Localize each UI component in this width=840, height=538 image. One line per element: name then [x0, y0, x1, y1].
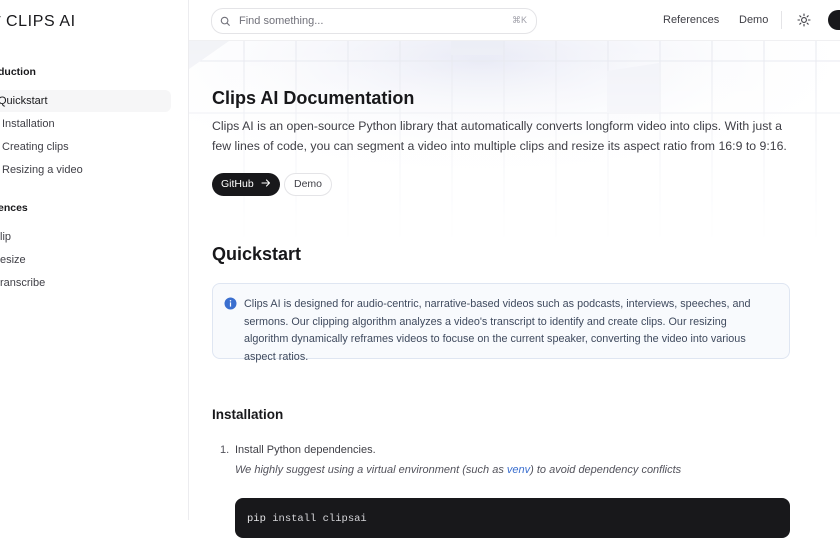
top-header: ⌘K References Demo — [189, 0, 840, 41]
sidebar-item-label: Installation — [2, 118, 55, 130]
info-icon — [224, 297, 237, 310]
account-button[interactable] — [828, 10, 840, 30]
section-title-installation: Installation — [212, 407, 284, 422]
code-line: pip install clipsai — [247, 513, 367, 525]
sidebar-item-label: esize — [0, 254, 26, 266]
arrow-right-icon — [261, 179, 270, 187]
sidebar-item-clip[interactable]: lip — [0, 226, 11, 248]
search-input[interactable] — [237, 14, 501, 28]
sidebar-item-transcribe[interactable]: ranscribe — [0, 272, 45, 294]
nav-link-demo[interactable]: Demo — [739, 14, 768, 26]
hint-text-before: We highly suggest using a virtual enviro… — [235, 464, 507, 476]
sidebar-item-label: Quickstart — [0, 95, 48, 107]
search-icon — [220, 16, 231, 26]
step-text: Install Python dependencies. — [235, 444, 376, 456]
sidebar-item-resize[interactable]: esize — [0, 249, 26, 271]
search-box[interactable]: ⌘K — [211, 8, 537, 34]
venv-hint: We highly suggest using a virtual enviro… — [235, 464, 681, 476]
sidebar-item-label: Creating clips — [2, 141, 69, 153]
intro-paragraph: Clips AI is an open-source Python librar… — [212, 119, 787, 153]
sidebar-group-introduction: duction — [0, 66, 36, 78]
code-args: install clipsai — [272, 513, 367, 525]
logo-text: CLIPS AI — [6, 13, 76, 30]
info-callout: Clips AI is designed for audio-centric, … — [212, 283, 790, 363]
page-title: Clips AI Documentation — [212, 88, 415, 108]
github-button[interactable]: GitHub — [212, 173, 280, 196]
code-command: pip — [247, 513, 266, 525]
sidebar: CLIPS AI duction Quickstart Installation… — [0, 0, 189, 520]
github-button-label: GitHub — [221, 178, 254, 190]
venv-link[interactable]: venv — [507, 464, 530, 476]
logo[interactable]: CLIPS AI — [0, 13, 76, 31]
nav-link-references[interactable]: References — [663, 14, 719, 26]
sidebar-item-installation[interactable]: Installation — [2, 113, 55, 135]
sidebar-item-creating-clips[interactable]: Creating clips — [2, 136, 69, 158]
section-title-quickstart: Quickstart — [212, 244, 302, 264]
sidebar-item-label: lip — [0, 231, 12, 243]
hint-text-after: ) to avoid dependency conflicts — [530, 464, 682, 476]
info-callout-text: Clips AI is designed for audio-centric, … — [244, 298, 751, 363]
header-divider — [781, 11, 782, 29]
step-number: 1. — [220, 444, 230, 456]
logo-icon — [0, 16, 1, 18]
sidebar-group-references: ences — [0, 202, 28, 214]
search-shortcut-hint: ⌘K — [511, 15, 527, 25]
sun-icon[interactable] — [797, 13, 811, 27]
sidebar-item-resizing-a-video[interactable]: Resizing a video — [2, 159, 83, 181]
demo-button[interactable]: Demo — [284, 173, 333, 196]
sidebar-item-label: Resizing a video — [2, 164, 83, 176]
sidebar-item-label: ranscribe — [0, 277, 46, 289]
code-block: pip install clipsai — [235, 498, 790, 538]
sidebar-item-quickstart[interactable]: Quickstart — [0, 90, 171, 112]
